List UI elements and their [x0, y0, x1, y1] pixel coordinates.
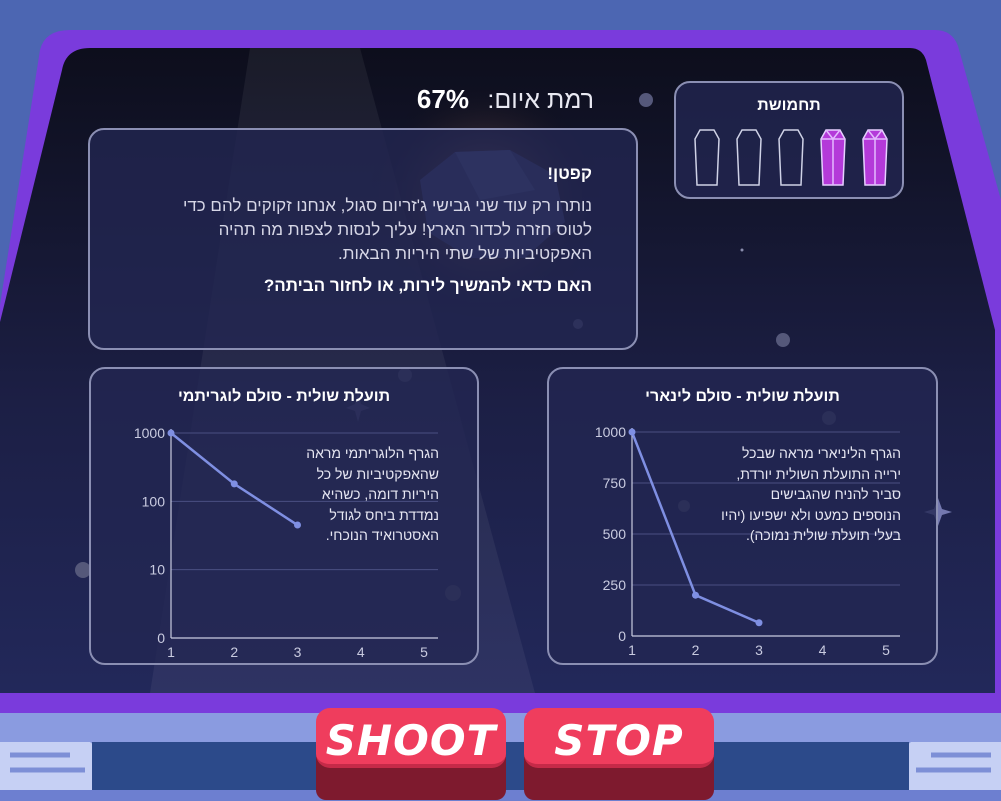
linear-chart-title: תועלת שולית - סולם לינארי: [645, 388, 840, 405]
ammo-title: תחמושת: [757, 97, 821, 114]
threat-value: 67%: [416, 84, 469, 114]
shoot-button-label: SHOOT: [325, 716, 497, 765]
y-tick-label: 0: [157, 630, 165, 646]
x-tick-label: 4: [357, 644, 365, 660]
shoot-button-top[interactable]: SHOOT: [316, 708, 506, 768]
log-chart-panel: 0 10 100 1000 1 2 3 4 5 תועלת שולית - סולם לוגרי…: [89, 367, 479, 665]
log-chart-title: תועלת שולית - סולם לוגריתמי: [177, 388, 391, 405]
threat-label: רמת איום:: [487, 86, 594, 114]
ammo-crystal-empty: [778, 129, 804, 186]
y-tick-label: 250: [603, 577, 627, 593]
linear-chart-panel: 0 250 500 750 1000 1 2 3 4 5 תועלת שולית - סולם ל…: [547, 367, 938, 665]
stop-button-label: STOP: [554, 716, 684, 765]
stop-button-top[interactable]: STOP: [524, 708, 714, 768]
x-tick-label: 2: [692, 642, 700, 658]
y-tick-label: 10: [149, 562, 165, 578]
y-tick-label: 100: [142, 493, 166, 509]
x-tick-label: 4: [819, 642, 827, 658]
data-point: [230, 480, 238, 488]
ammo-crystal-empty: [694, 129, 720, 186]
message-question: האם כדאי להמשיך לירות, או לחזור הביתה?: [263, 276, 592, 295]
data-point: [167, 429, 175, 437]
stop-button[interactable]: STOP: [524, 708, 714, 800]
ammo-crystal-full: [862, 129, 888, 186]
y-tick-label: 750: [603, 475, 627, 491]
linear-chart-note: הגרף הליניארי מראה שבכל ירייה התועלת השו…: [721, 445, 901, 543]
data-point: [755, 619, 763, 627]
message-header: קפטן!: [547, 164, 592, 183]
y-tick-label: 500: [603, 526, 627, 542]
threat-level: רמת איום: 67%: [412, 84, 594, 114]
data-point: [692, 591, 699, 599]
ammo-crystal-empty: [736, 129, 762, 186]
x-tick-label: 2: [230, 644, 238, 660]
shoot-button[interactable]: SHOOT: [316, 708, 506, 800]
x-tick-label: 3: [755, 642, 763, 658]
log-chart-note: הגרף הלוגריתמי מראה שהאפקטיביות של כל הי…: [306, 445, 439, 543]
x-tick-label: 5: [420, 644, 428, 660]
x-tick-label: 1: [628, 642, 636, 658]
series-line: [170, 432, 299, 527]
game-screen: רמת איום: 67% תחמושת קפטן! נותרו רק עוד …: [0, 0, 1001, 801]
message-body: נותרו רק עוד שני גבישי ג'זריום סגול, אנח…: [182, 196, 592, 263]
x-tick-label: 3: [294, 644, 302, 660]
x-tick-label: 5: [882, 642, 890, 658]
captain-message-panel: קפטן! נותרו רק עוד שני גבישי ג'זריום סגו…: [88, 128, 638, 350]
y-tick-label: 1000: [595, 424, 626, 440]
ammo-panel: תחמושת: [674, 81, 904, 199]
ammo-crystals: [694, 129, 888, 187]
y-tick-label: 1000: [134, 425, 165, 441]
x-tick-label: 1: [167, 644, 175, 660]
ammo-crystal-full: [820, 129, 846, 186]
y-tick-label: 0: [618, 628, 626, 644]
data-point: [628, 428, 636, 436]
